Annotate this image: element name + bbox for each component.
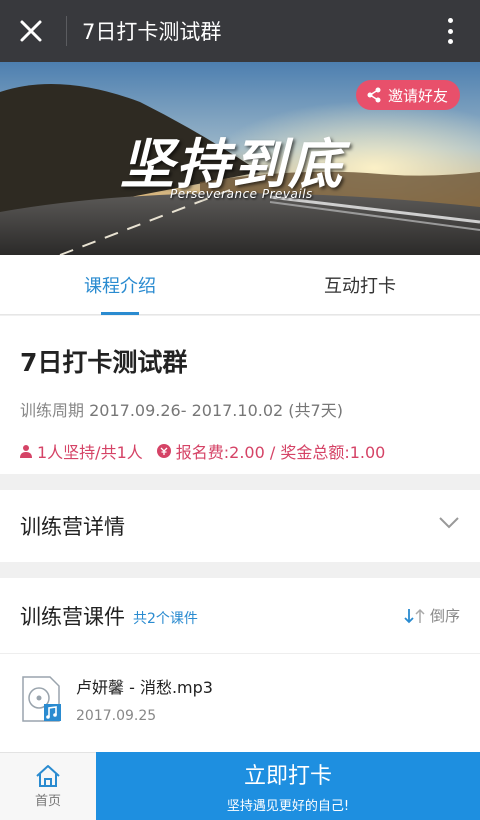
check-in-button[interactable]: 立即打卡 坚持遇见更好的自己! [96, 752, 480, 820]
header-divider [66, 16, 67, 46]
courseware-title: 训练营课件 [20, 604, 125, 629]
more-dot-icon [447, 18, 453, 23]
group-stats: 1人坚持/共1人 报名费:2.00 / 奖金总额:1.00 [20, 439, 480, 463]
course-file-name: 卢妍馨 - 消愁.mp3 [76, 678, 213, 697]
sort-arrows-icon [404, 608, 426, 624]
home-label: 首页 [34, 794, 61, 809]
course-file-date: 2017.09.25 [76, 708, 157, 724]
group-name: 7日打卡测试群 [20, 348, 188, 377]
fee-info: 报名费:2.00 / 奖金总额:1.00 [175, 443, 386, 462]
persistence-count: 1人坚持/共1人 [37, 443, 143, 462]
invite-friends-button[interactable]: 邀请好友 [355, 80, 460, 110]
share-icon [366, 87, 382, 103]
more-dot-icon [447, 28, 453, 34]
tab-interactive-checkin[interactable]: 互动打卡 [240, 255, 480, 314]
close-icon [20, 20, 42, 42]
chevron-down-icon [439, 517, 459, 529]
home-button[interactable]: 首页 [0, 752, 96, 820]
close-button[interactable] [0, 0, 62, 62]
app-root: 7日打卡测试群 坚持到底 Perseverance Prevails 邀请好友 … [0, 0, 480, 820]
more-dot-icon [447, 39, 453, 44]
courseware-header: 训练营课件 共2个课件 倒序 [0, 578, 480, 654]
audio-file-icon [22, 676, 62, 722]
page-title: 7日打卡测试群 [82, 20, 222, 44]
list-item[interactable]: 卢妍馨 - 消愁.mp3 2017.09.25 [0, 654, 480, 744]
camp-details-label: 训练营详情 [20, 515, 125, 539]
sort-label: 倒序 [429, 607, 460, 625]
bottom-bar: 首页 立即打卡 坚持遇见更好的自己! [0, 752, 480, 820]
home-icon [36, 765, 60, 787]
training-period: 训练周期 2017.09.26- 2017.10.02 (共7天) [20, 397, 480, 421]
invite-label: 邀请好友 [387, 86, 448, 105]
person-icon [20, 444, 32, 458]
group-info-section: 7日打卡测试群 训练周期 2017.09.26- 2017.10.02 (共7天… [0, 316, 480, 474]
period-value: 2017.09.26- 2017.10.02 (共7天) [89, 401, 343, 420]
period-label: 训练周期 [20, 401, 85, 420]
banner-subtitle-art: Perseverance Prevails [170, 187, 313, 201]
courseware-count: 共2个课件 [133, 610, 198, 627]
tab-course-intro[interactable]: 课程介绍 [0, 255, 240, 314]
camp-details-row[interactable]: 训练营详情 [0, 490, 480, 562]
check-in-label: 立即打卡 [243, 764, 332, 789]
check-in-subtitle: 坚持遇见更好的自己! [226, 799, 350, 814]
top-bar: 7日打卡测试群 [0, 0, 480, 62]
more-menu-button[interactable] [438, 16, 462, 46]
money-badge-icon [156, 444, 171, 458]
course-banner: 坚持到底 Perseverance Prevails 邀请好友 [0, 62, 480, 255]
sort-toggle[interactable]: 倒序 [404, 605, 460, 626]
tab-bar: 课程介绍 互动打卡 [0, 255, 480, 315]
